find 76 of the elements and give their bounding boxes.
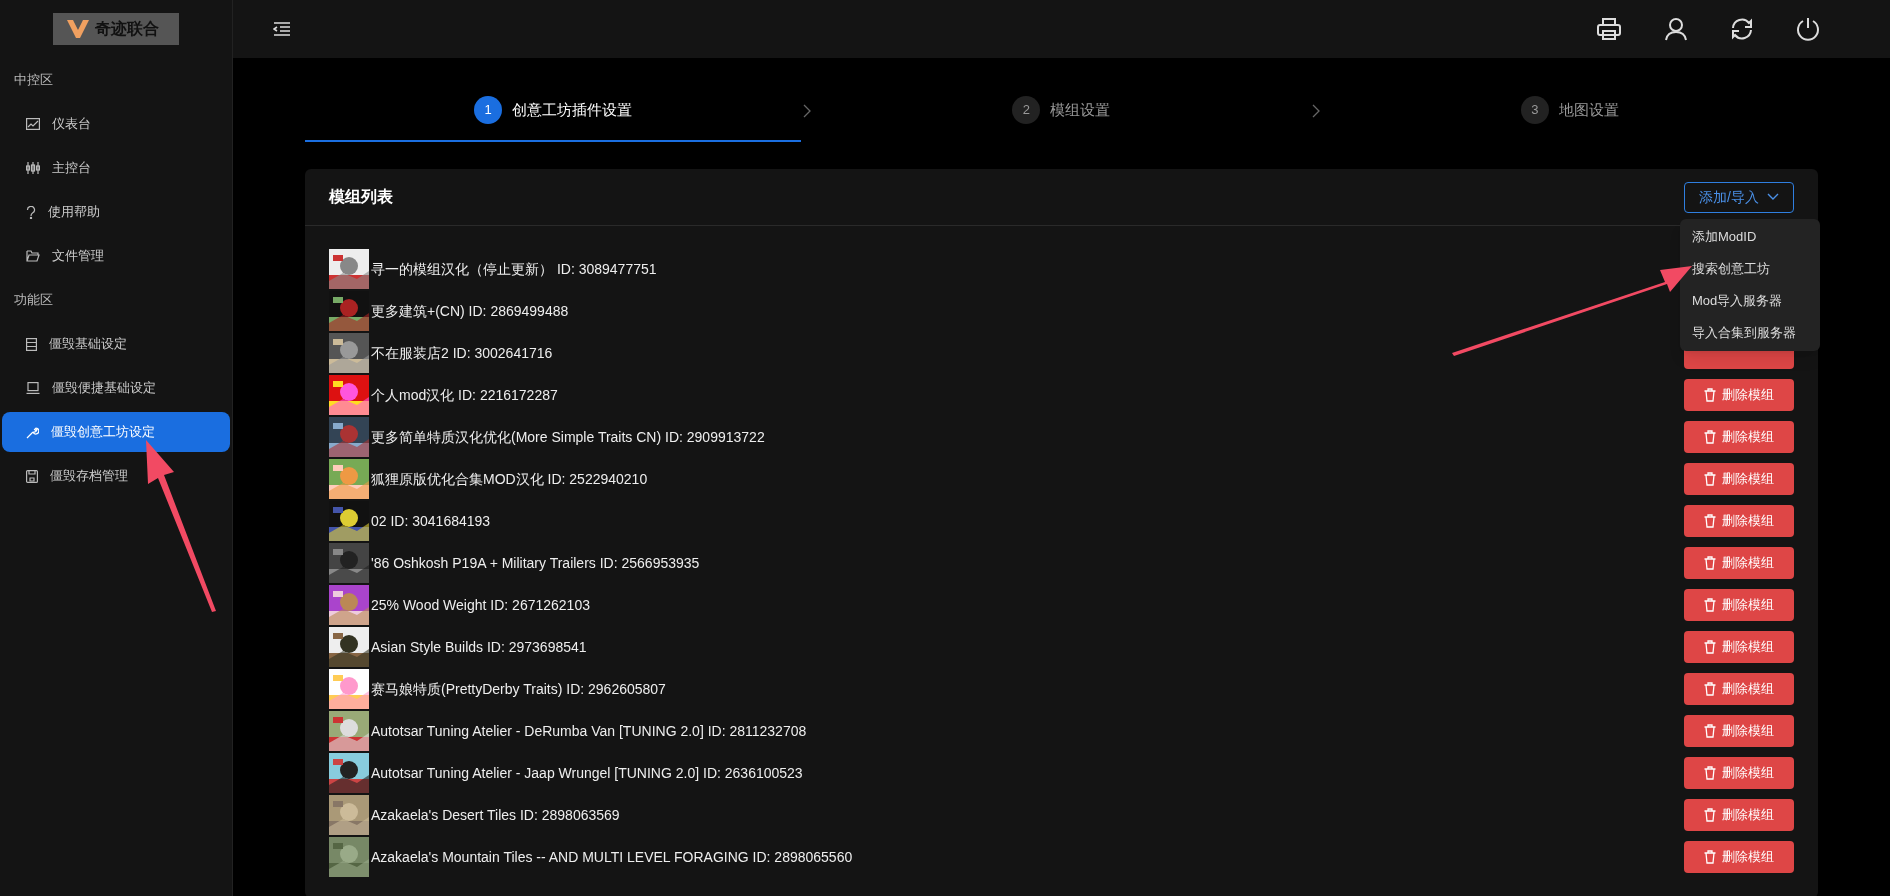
question-icon	[26, 205, 36, 219]
logo-text: 奇迹联合	[95, 19, 159, 39]
list-icon	[26, 337, 37, 351]
sidebar-item[interactable]: 主控台	[2, 148, 230, 188]
delete-button[interactable]: 删除模组	[1684, 799, 1794, 831]
delete-button[interactable]: 删除模组	[1684, 547, 1794, 579]
delete-button[interactable]: 删除模组	[1684, 421, 1794, 453]
mod-name: '86 Oshkosh P19A + Military Trailers ID: 2566953935	[371, 553, 700, 573]
delete-button[interactable]: 删除模组	[1684, 463, 1794, 495]
trash-icon	[1704, 850, 1716, 864]
delete-button[interactable]: 删除模组	[1684, 379, 1794, 411]
sidebar-item[interactable]: 僵毁创意工坊设定	[2, 412, 230, 452]
step-tab[interactable]: 1 创意工坊插件设置	[305, 80, 802, 142]
chevron-icon	[1311, 104, 1320, 118]
trash-icon	[1704, 598, 1716, 612]
mod-name: 02 ID: 3041684193	[371, 511, 491, 531]
mod-name: 不在服装店2 ID: 3002641716	[371, 343, 553, 363]
step-tab[interactable]: 3 地图设置	[1321, 80, 1818, 142]
menu-item[interactable]: 搜索创意工坊	[1680, 253, 1820, 285]
mod-name: 更多建筑+(CN) ID: 2869499488	[371, 301, 569, 321]
card-title: 模组列表	[329, 187, 393, 207]
sidebar-item[interactable]: 僵毁存档管理	[2, 456, 230, 496]
trash-icon	[1704, 682, 1716, 696]
chevron-icon	[803, 104, 812, 118]
sidebar-item[interactable]: 仪表台	[2, 104, 230, 144]
refresh-icon[interactable]	[1730, 17, 1754, 41]
trash-icon	[1704, 766, 1716, 780]
save-icon	[26, 469, 38, 483]
trash-icon	[1704, 514, 1716, 528]
printer-icon[interactable]	[1596, 17, 1622, 41]
section-title: 功能区	[14, 291, 53, 310]
menu-item[interactable]: 添加ModID	[1680, 221, 1820, 253]
sidebar-item[interactable]: 使用帮助	[2, 192, 230, 232]
trash-icon	[1704, 388, 1716, 402]
mod-name: 狐狸原版优化合集MOD汉化 ID: 2522940210	[371, 469, 648, 489]
chart-icon	[26, 118, 40, 130]
sidebar-item[interactable]: 僵毁基础设定	[2, 324, 230, 364]
mod-name: Asian Style Builds ID: 2973698541	[371, 637, 587, 657]
delete-button[interactable]: 删除模组	[1684, 505, 1794, 537]
mod-name: Autotsar Tuning Atelier - DeRumba Van [TUNING 2.0] ID: 2811232708	[371, 721, 807, 741]
sliders-icon	[26, 162, 40, 174]
add-import-button[interactable]: 添加/导入	[1684, 181, 1794, 213]
mod-name: Autotsar Tuning Atelier - Jaap Wrungel [TUNING 2.0] ID: 2636100523	[371, 763, 803, 783]
delete-button[interactable]: 删除模组	[1684, 589, 1794, 621]
wrench-icon	[26, 425, 39, 439]
trash-icon	[1704, 808, 1716, 822]
mod-name: 寻一的模组汉化（停止更新） ID: 3089477751	[371, 259, 657, 279]
trash-icon	[1704, 724, 1716, 738]
delete-button[interactable]: 删除模组	[1684, 631, 1794, 663]
delete-button[interactable]: 删除模组	[1684, 673, 1794, 705]
menu-item[interactable]: 导入合集到服务器	[1680, 317, 1820, 349]
sidebar-item[interactable]: 文件管理	[2, 236, 230, 276]
sidebar-item[interactable]: 僵毁便捷基础设定	[2, 368, 230, 408]
mod-name: 更多简单特质汉化优化(More Simple Traits CN) ID: 2909913722	[371, 427, 765, 447]
mod-name: 个人mod汉化 ID: 2216172287	[371, 385, 558, 405]
mod-name: 赛马娘特质(PrettyDerby Traits) ID: 2962605807	[371, 679, 666, 699]
power-icon[interactable]	[1796, 17, 1820, 41]
laptop-icon	[26, 382, 40, 394]
trash-icon	[1704, 556, 1716, 570]
trash-icon	[1704, 640, 1716, 654]
logo-icon	[65, 18, 91, 40]
menu-icon[interactable]	[273, 21, 291, 37]
trash-icon	[1704, 472, 1716, 486]
trash-icon	[1704, 430, 1716, 444]
delete-button[interactable]: 删除模组	[1684, 715, 1794, 747]
mod-name: 25% Wood Weight ID: 2671262103	[371, 595, 590, 615]
folder-icon	[26, 250, 40, 262]
delete-button[interactable]: 删除模组	[1684, 757, 1794, 789]
user-icon[interactable]	[1664, 17, 1688, 41]
mod-name: Azakaela's Desert Tiles ID: 2898063569	[371, 805, 620, 825]
mod-name: Azakaela's Mountain Tiles -- AND MULTI LEVEL FORAGING ID: 2898065560	[371, 847, 853, 867]
chevron-down-icon	[1767, 193, 1779, 201]
delete-button[interactable]: 删除模组	[1684, 841, 1794, 873]
menu-item[interactable]: Mod导入服务器	[1680, 285, 1820, 317]
section-title: 中控区	[14, 71, 53, 90]
step-tab[interactable]: 2 模组设置	[813, 80, 1310, 142]
